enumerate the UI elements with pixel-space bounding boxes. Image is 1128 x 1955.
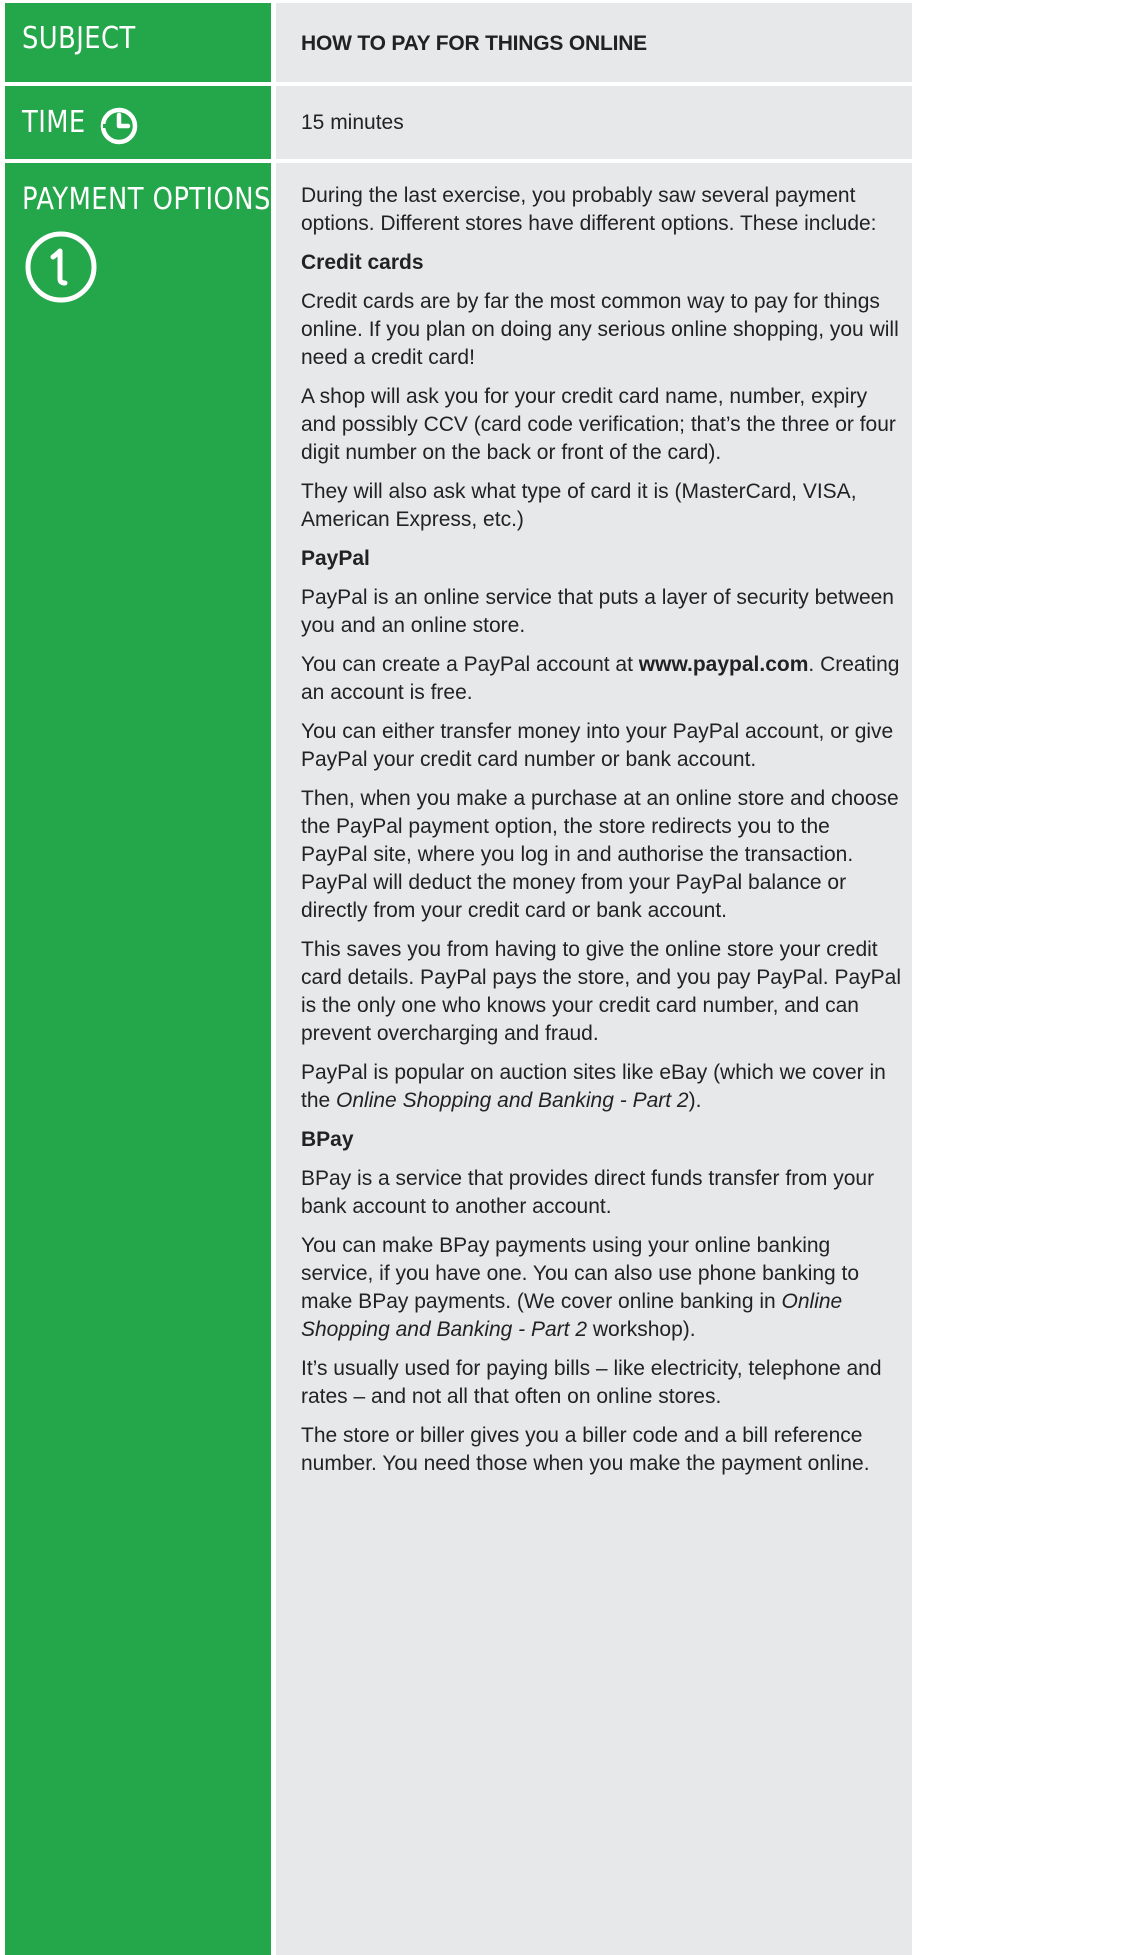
credit-cards-paragraph-3: They will also ask what type of card it …: [301, 480, 857, 531]
bpay-paragraph-4: The store or biller gives you a biller c…: [301, 1424, 870, 1475]
lesson-table: SUBJECT HOW TO PAY FOR THINGS ONLINE TIM…: [0, 0, 912, 1955]
bpay-paragraph-1: BPay is a service that provides direct f…: [301, 1167, 875, 1218]
paypal-paragraph-1: PayPal is an online service that puts a …: [301, 586, 894, 637]
bpay-paragraph-2-end: workshop).: [587, 1318, 696, 1341]
subject-value: HOW TO PAY FOR THINGS ONLINE: [301, 32, 647, 55]
payment-options-label-cell: PAYMENT OPTIONS: [5, 163, 271, 1955]
paypal-heading: PayPal: [301, 547, 370, 570]
paypal-paragraph-5: This saves you from having to give the o…: [301, 938, 902, 1045]
time-label-cell: TIME: [5, 86, 271, 159]
paypal-paragraph-2: You can create a PayPal account at www.p…: [301, 651, 901, 707]
subject-content-cell: HOW TO PAY FOR THINGS ONLINE: [276, 3, 912, 82]
bpay-paragraph-2: You can make BPay payments using your on…: [301, 1232, 901, 1344]
workshop-title-reference: Online Shopping and Banking - Part 2: [336, 1089, 689, 1112]
bpay-paragraph-2-start: You can make BPay payments using your on…: [301, 1234, 860, 1313]
bpay-paragraph-3: It’s usually used for paying bills – lik…: [301, 1357, 882, 1408]
subject-label-cell: SUBJECT: [5, 3, 271, 82]
time-row: TIME 15 minutes: [0, 86, 912, 159]
subject-row: SUBJECT HOW TO PAY FOR THINGS ONLINE: [0, 3, 912, 82]
clock-icon: [100, 107, 138, 145]
time-label: TIME: [22, 105, 86, 140]
intro-paragraph: During the last exercise, you probably s…: [301, 184, 877, 235]
payment-options-content-cell: During the last exercise, you probably s…: [276, 163, 912, 1955]
credit-cards-paragraph-1: Credit cards are by far the most common …: [301, 290, 899, 369]
payment-options-body: During the last exercise, you probably s…: [301, 182, 901, 1489]
payment-options-label: PAYMENT OPTIONS: [22, 182, 271, 217]
bpay-heading: BPay: [301, 1128, 354, 1151]
credit-cards-heading: Credit cards: [301, 251, 424, 274]
payment-options-row: PAYMENT OPTIONS During the last exercise…: [0, 163, 912, 1955]
credit-cards-paragraph-2: A shop will ask you for your credit card…: [301, 385, 896, 464]
paypal-website-link[interactable]: www.paypal.com: [639, 653, 809, 676]
paypal-paragraph-2-start: You can create a PayPal account at: [301, 653, 639, 676]
subject-label: SUBJECT: [22, 21, 136, 56]
time-content-cell: 15 minutes: [276, 86, 912, 159]
paypal-paragraph-3: You can either transfer money into your …: [301, 720, 894, 771]
paypal-paragraph-6-end: ).: [688, 1089, 702, 1112]
time-value: 15 minutes: [301, 111, 404, 134]
paypal-paragraph-6: PayPal is popular on auction sites like …: [301, 1059, 901, 1115]
number-one-circle-icon: [25, 231, 97, 303]
paypal-paragraph-4: Then, when you make a purchase at an onl…: [301, 787, 899, 922]
